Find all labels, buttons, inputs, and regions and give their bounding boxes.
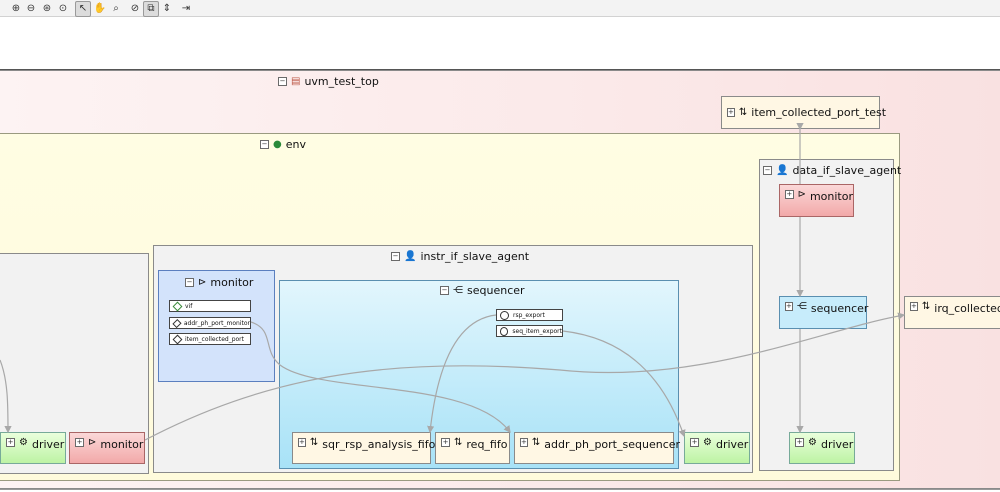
expand-toggle-icon[interactable]: + (441, 438, 450, 447)
driver-icon: ⚙ (808, 437, 817, 448)
irq-collected-label: irq_collected_ (934, 302, 1000, 315)
agent-person-icon: 👤 (776, 164, 789, 176)
port-icon: ⇅ (309, 437, 319, 448)
collapse-toggle-icon[interactable]: − (278, 77, 287, 86)
driver-icon: ⚙ (703, 437, 712, 448)
zoom-fit-icon[interactable]: ⊛ (39, 1, 55, 17)
item-collected-port-test-label: item_collected_port_test (751, 106, 887, 119)
env-label: env (285, 138, 306, 151)
sqr-rsp-analysis-fifo-label: sqr_rsp_analysis_fifo (322, 438, 436, 451)
port-diamond-icon (172, 318, 182, 328)
port-icon: ⇅ (738, 106, 748, 118)
req-fifo-node[interactable]: + ⇅ req_fifo (435, 432, 510, 464)
expand-toggle-icon[interactable]: + (785, 190, 794, 199)
item-collected-port-port[interactable]: item_collected_port (169, 333, 251, 345)
seq-item-export-label: seq_item_export (512, 327, 562, 335)
driver-label: driver (820, 438, 854, 451)
instr-sequencer-title[interactable]: − ⋲ sequencer (440, 284, 525, 297)
collapse-toggle-icon[interactable]: − (440, 286, 449, 295)
zoom-reset-icon[interactable]: ⊘ (127, 1, 143, 17)
interface-diamond-icon (172, 301, 183, 311)
diagram-toolbar: ⊕ ⊖ ⊛ ⊙ ↖ ✋ ⌕ ⊘ ⧉ ⇕ ⇥ (0, 0, 1000, 17)
test-document-icon: ▤ (291, 75, 301, 87)
port-icon: ⇅ (531, 437, 541, 448)
expand-toggle-icon[interactable]: + (727, 108, 735, 117)
uvm-test-top-title[interactable]: − ▤ uvm_test_top (278, 75, 379, 88)
expand-toggle-icon[interactable]: + (690, 438, 699, 447)
rsp-export-port[interactable]: rsp_export (496, 309, 563, 321)
instr-if-slave-agent-title[interactable]: − 👤 instr_if_slave_agent (391, 250, 529, 263)
pan-hand-icon[interactable]: ✋ (92, 1, 108, 17)
driver-label: driver (31, 438, 65, 451)
vif-port-label: vif (185, 302, 193, 310)
driver-label: driver (715, 438, 749, 451)
expand-toggle-icon[interactable]: + (520, 438, 528, 447)
addr-ph-port-sequencer-label: addr_ph_port_sequencer (544, 438, 681, 451)
instr-monitor-title[interactable]: − ⊳ monitor (185, 276, 253, 289)
sequencer-label: sequencer (810, 302, 869, 315)
port-icon: ⇅ (921, 301, 931, 312)
rsp-export-label: rsp_export (513, 311, 545, 319)
sequencer-icon: ⋲ (453, 284, 463, 296)
driver-icon: ⚙ (19, 437, 28, 448)
monitor-icon: ⊳ (88, 437, 97, 448)
item-collected-port-test-node[interactable]: + ⇅ item_collected_port_test (721, 96, 886, 129)
addr-ph-port-monitor-port[interactable]: addr_ph_port_monitor (169, 317, 251, 329)
sequencer-icon: ⋲ (796, 301, 807, 312)
zoom-in-icon[interactable]: ⊕ (8, 1, 24, 17)
data-agent-sequencer-node[interactable]: + ⋲ sequencer (779, 296, 869, 329)
monitor-icon: ⊳ (198, 276, 207, 288)
sqr-rsp-analysis-fifo-node[interactable]: + ⇅ sqr_rsp_analysis_fifo (292, 432, 435, 464)
collapse-toggle-icon[interactable]: − (185, 278, 194, 287)
instr-monitor-label: monitor (210, 276, 254, 289)
agent-person-icon: 👤 (404, 250, 417, 262)
irq-collected-port-node[interactable]: + ⇅ irq_collected_ (904, 296, 1000, 329)
canvas-bottom-border (0, 489, 1000, 490)
expand-toggle-icon[interactable]: + (298, 438, 306, 447)
data-if-slave-agent-title[interactable]: − 👤 data_if_slave_agent (763, 164, 901, 177)
item-collected-port-label: item_collected_port (185, 335, 245, 343)
left-agent-monitor-node[interactable]: + ⊳ monitor (69, 432, 145, 464)
port-diamond-icon (172, 334, 183, 344)
env-title[interactable]: − ● env (260, 138, 306, 151)
export-circle-icon (500, 310, 509, 320)
zoom-region-icon[interactable]: ⊙ (55, 1, 71, 17)
monitor-label: monitor (809, 190, 853, 203)
select-pointer-icon[interactable]: ↖ (75, 1, 91, 17)
expand-toggle-icon[interactable]: + (795, 438, 804, 447)
left-agent-driver-node[interactable]: + ⚙ driver (0, 432, 66, 464)
layout-icon[interactable]: ⧉ (143, 1, 159, 17)
collapse-toggle-icon[interactable]: − (763, 166, 772, 175)
vif-port[interactable]: vif (169, 300, 251, 312)
magnifier-icon[interactable]: ⌕ (108, 1, 124, 17)
collapse-toggle-icon[interactable]: − (391, 252, 400, 261)
expand-toggle-icon[interactable]: + (785, 302, 793, 311)
instr-sequencer-label: sequencer (467, 284, 525, 297)
instr-agent-driver-node[interactable]: + ⚙ driver (684, 432, 750, 464)
export-icon[interactable]: ⇥ (178, 1, 194, 17)
expand-toggle-icon[interactable]: + (910, 302, 918, 311)
data-if-slave-agent-label: data_if_slave_agent (792, 164, 902, 177)
port-icon: ⇅ (454, 437, 463, 448)
req-fifo-label: req_fifo (466, 438, 508, 451)
expand-icon[interactable]: ⇕ (159, 1, 175, 17)
addr-ph-port-monitor-label: addr_ph_port_monitor (183, 319, 250, 327)
expand-toggle-icon[interactable]: + (6, 438, 15, 447)
monitor-icon: ⊳ (797, 189, 806, 200)
globe-icon: ● (273, 138, 282, 150)
collapse-toggle-icon[interactable]: − (260, 140, 269, 149)
data-agent-monitor-node[interactable]: + ⊳ monitor (779, 184, 854, 217)
addr-ph-port-sequencer-node[interactable]: + ⇅ addr_ph_port_sequencer (514, 432, 680, 464)
data-agent-driver-node[interactable]: + ⚙ driver (789, 432, 855, 464)
zoom-out-icon[interactable]: ⊖ (23, 1, 39, 17)
export-circle-icon (500, 326, 509, 336)
instr-if-slave-agent-label: instr_if_slave_agent (420, 250, 530, 263)
expand-toggle-icon[interactable]: + (75, 438, 84, 447)
uvm-test-top-label: uvm_test_top (304, 75, 379, 88)
seq-item-export-port[interactable]: seq_item_export (496, 325, 563, 337)
monitor-label: monitor (100, 438, 144, 451)
